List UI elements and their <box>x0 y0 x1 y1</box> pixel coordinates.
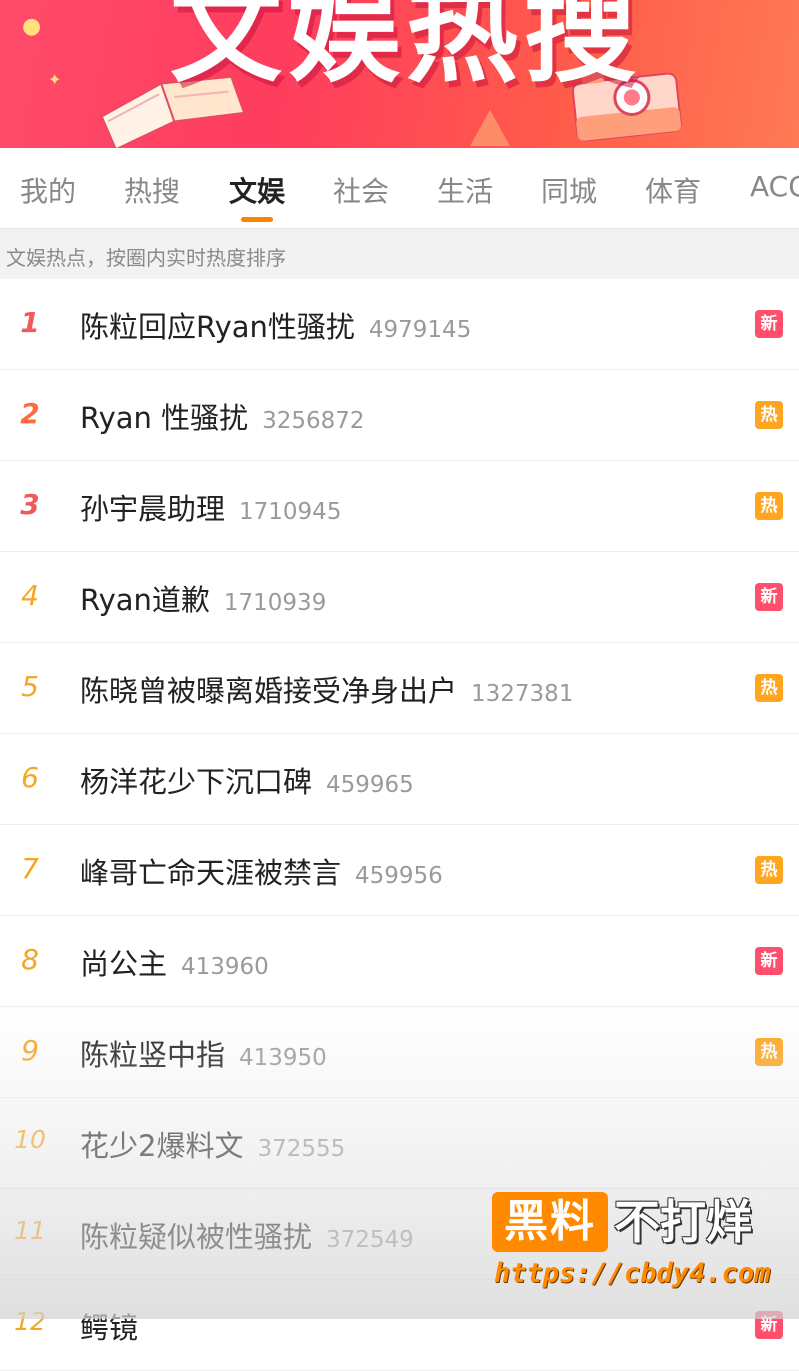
sparkle-icon: ● <box>22 14 42 39</box>
topic-title: 鳄镜 <box>80 1311 139 1345</box>
new-badge: 新 <box>755 583 783 611</box>
list-item[interactable]: 1 陈粒回应Ryan性骚扰 4979145 新 <box>0 278 799 370</box>
list-item[interactable]: 2 Ryan 性骚扰 3256872 热 <box>0 369 799 461</box>
list-item[interactable]: 3 孙宇晨助理 1710945 热 <box>0 460 799 552</box>
list-item[interactable]: 9 陈粒竖中指 413950 热 <box>0 1006 799 1098</box>
list-item[interactable]: 10 花少2爆料文 372555 <box>0 1097 799 1189</box>
topic-title: 尚公主 <box>80 947 168 981</box>
topic-title: 杨洋花少下沉口碑 <box>80 765 313 799</box>
heat-value: 372549 <box>326 1227 414 1253</box>
topic-title: 峰哥亡命天涯被禁言 <box>80 856 342 890</box>
rank-number: 3 <box>20 488 40 521</box>
category-tabs: 我的 热搜 文娱 社会 生活 同城 体育 ACG <box>0 148 799 228</box>
heat-value: 413960 <box>181 954 269 980</box>
heat-value: 1710945 <box>239 499 342 525</box>
hot-badge: 热 <box>755 401 783 429</box>
list-item[interactable]: 5 陈晓曾被曝离婚接受净身出户 1327381 热 <box>0 642 799 734</box>
decoration-icon <box>470 110 510 146</box>
section-header: 文娱热点，按圈内实时热度排序 <box>0 228 799 279</box>
heat-value: 372555 <box>257 1136 346 1162</box>
heat-value: 1327381 <box>471 681 574 707</box>
hot-badge: 热 <box>755 1038 783 1066</box>
active-tab-indicator <box>241 217 273 222</box>
heat-value: 3256872 <box>262 408 365 434</box>
topic-title: Ryan道歉 <box>80 583 210 617</box>
rank-number: 2 <box>20 397 40 430</box>
heat-value: 413950 <box>239 1045 327 1071</box>
topic-title: 花少2爆料文 <box>80 1129 244 1163</box>
tab-society[interactable]: 社会 <box>333 170 389 210</box>
new-badge: 新 <box>755 947 783 975</box>
rank-number: 4 <box>21 579 39 612</box>
topic-title: 陈晓曾被曝离婚接受净身出户 <box>80 674 458 708</box>
rank-number: 1 <box>20 306 40 339</box>
rank-number: 11 <box>14 1216 46 1245</box>
rank-number: 5 <box>21 670 39 703</box>
tab-sports[interactable]: 体育 <box>645 170 701 210</box>
heat-value: 1710939 <box>223 590 327 616</box>
heat-value: 4979145 <box>368 317 472 343</box>
tab-mine[interactable]: 我的 <box>20 170 76 210</box>
topic-title: 孙宇晨助理 <box>80 492 226 526</box>
new-badge: 新 <box>755 310 783 338</box>
rank-number: 12 <box>14 1307 46 1336</box>
watermark-text: 不打烊 <box>614 1195 752 1249</box>
watermark-url: https://cbdy4.com <box>494 1258 771 1289</box>
tab-acg[interactable]: ACG <box>750 170 799 203</box>
section-description: 文娱热点，按圈内实时热度排序 <box>6 246 286 270</box>
rank-number: 6 <box>21 761 39 794</box>
tab-hot-search[interactable]: 热搜 <box>124 170 180 210</box>
list-item[interactable]: 7 峰哥亡命天涯被禁言 459956 热 <box>0 824 799 916</box>
hot-badge: 热 <box>755 492 783 520</box>
heat-value: 459956 <box>355 863 443 889</box>
topic-title: Ryan 性骚扰 <box>80 401 249 435</box>
topic-title: 陈粒疑似被性骚扰 <box>80 1220 313 1254</box>
tab-local[interactable]: 同城 <box>541 170 597 210</box>
list-item[interactable]: 8 尚公主 413960 新 <box>0 915 799 1007</box>
tab-life[interactable]: 生活 <box>437 170 493 210</box>
list-item[interactable]: 6 杨洋花少下沉口碑 459965 <box>0 733 799 825</box>
sparkle-icon: ✦ <box>48 70 62 89</box>
watermark-logo: 黑料 <box>492 1192 608 1252</box>
hot-badge: 热 <box>755 674 783 702</box>
new-badge: 新 <box>755 1311 783 1339</box>
tab-entertainment[interactable]: 文娱 <box>229 170 285 210</box>
list-item[interactable]: 4 Ryan道歉 1710939 新 <box>0 551 799 643</box>
banner-title: 文娱热搜 <box>170 0 642 98</box>
rank-number: 7 <box>21 852 39 885</box>
watermark: 黑料 不打烊 https://cbdy4.com <box>492 1192 782 1297</box>
rank-number: 8 <box>21 943 39 976</box>
topic-title: 陈粒回应Ryan性骚扰 <box>80 310 355 344</box>
heat-value: 459965 <box>326 772 414 798</box>
hot-badge: 热 <box>755 856 783 884</box>
rank-number: 9 <box>21 1034 39 1067</box>
banner: ● ✦ 文娱热搜 <box>0 0 799 148</box>
topic-title: 陈粒竖中指 <box>80 1038 226 1072</box>
rank-number: 10 <box>14 1125 46 1154</box>
